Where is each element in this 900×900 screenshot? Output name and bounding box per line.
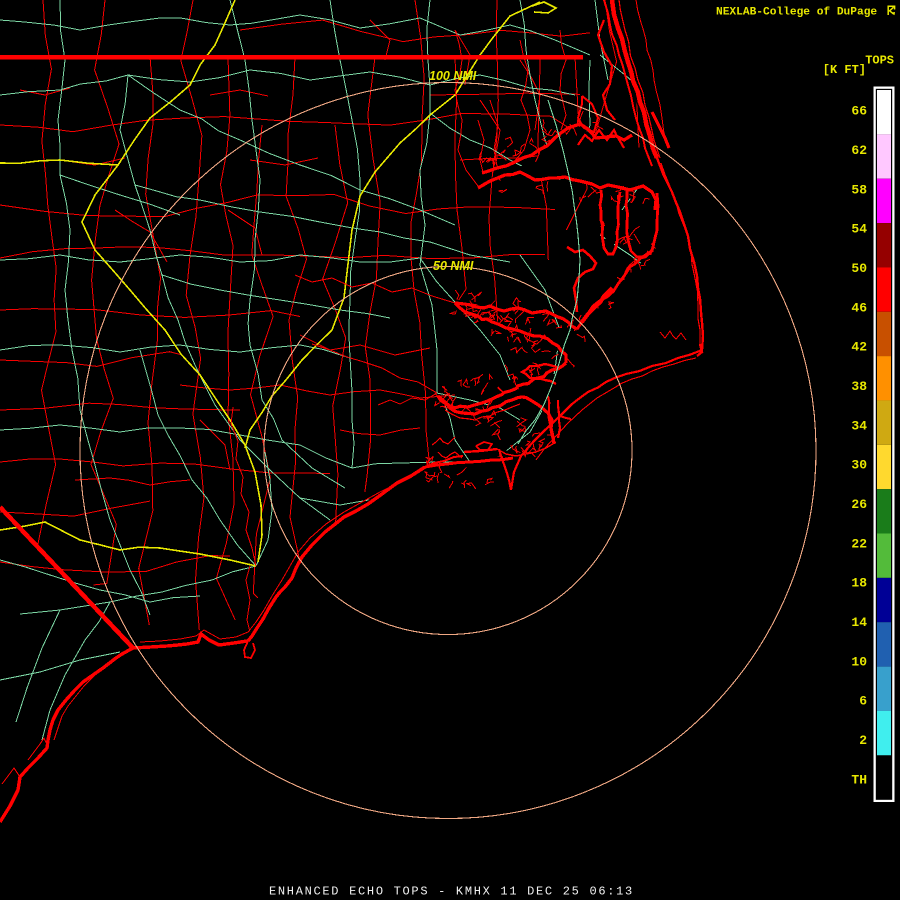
svg-text:34: 34	[851, 418, 867, 433]
svg-text:14: 14	[851, 615, 867, 630]
svg-text:66: 66	[851, 104, 867, 119]
svg-text:2: 2	[859, 733, 867, 748]
svg-text:30: 30	[851, 458, 867, 473]
svg-text:26: 26	[851, 497, 867, 512]
svg-text:50: 50	[851, 261, 867, 276]
svg-text:54: 54	[851, 222, 867, 237]
svg-text:TOPS: TOPS	[865, 54, 894, 68]
svg-text:NEXLAB-College of DuPage: NEXLAB-College of DuPage	[716, 7, 877, 19]
svg-text:[K FT]: [K FT]	[823, 63, 866, 77]
svg-text:38: 38	[851, 379, 867, 394]
svg-text:18: 18	[851, 576, 867, 591]
svg-text:42: 42	[851, 340, 867, 355]
svg-text:ENHANCED ECHO TOPS - KMHX 11 D: ENHANCED ECHO TOPS - KMHX 11 DEC 25 06:1…	[269, 885, 634, 899]
svg-text:10: 10	[851, 654, 867, 669]
svg-text:46: 46	[851, 300, 867, 315]
svg-text:6: 6	[859, 694, 867, 709]
svg-text:22: 22	[851, 536, 867, 551]
svg-text:62: 62	[851, 143, 867, 158]
svg-text:58: 58	[851, 182, 867, 197]
svg-text:TH: TH	[851, 772, 867, 787]
